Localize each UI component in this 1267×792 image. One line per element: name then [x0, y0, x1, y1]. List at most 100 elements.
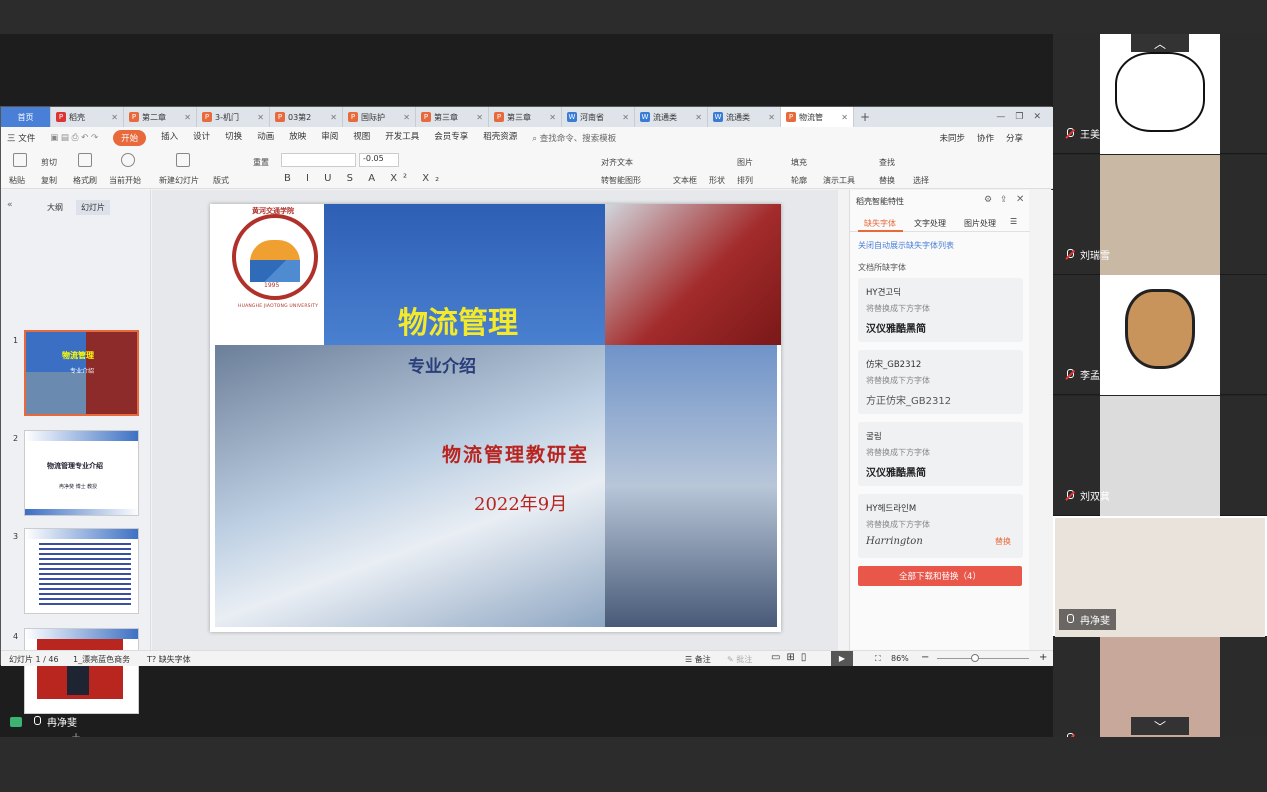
font-size-select[interactable]: -0.05 [359, 153, 399, 167]
restore-icon[interactable]: ❐ [1015, 112, 1023, 122]
missing-font-card[interactable]: 仿宋_GB2312 将替换成下方字体 方正仿宋_GB2312 [858, 350, 1023, 414]
slide-thumb-2[interactable]: 物流管理专业介绍 冉净斐 博士 教授 [24, 430, 139, 516]
settings-icon[interactable]: ⚙ [984, 195, 992, 205]
copy-button[interactable]: 复制 [41, 175, 57, 186]
more-menu-icon[interactable]: ☰ [1010, 217, 1017, 226]
image-button[interactable]: 图片 [737, 157, 753, 168]
close-tab-icon[interactable]: ✕ [841, 113, 848, 122]
font-name-select[interactable] [281, 153, 356, 167]
close-icon[interactable]: ✕ [1033, 112, 1041, 122]
menu-item-8[interactable]: 开发工具 [385, 130, 419, 146]
collab-button[interactable]: 协作 [977, 132, 994, 144]
play-slideshow-button[interactable]: ▶ [831, 651, 853, 666]
scroll-down-button[interactable]: ﹀ [1131, 717, 1189, 735]
fill-button[interactable]: 填充 [791, 157, 807, 168]
slide-thumb-4[interactable] [24, 628, 139, 714]
participant-tile[interactable]: 刘瑞雪 [1053, 154, 1267, 275]
tab-image-processing[interactable]: 图片处理 [964, 218, 996, 229]
tab-6[interactable]: P 第三章 ✕ [416, 107, 489, 127]
scroll-up-button[interactable]: ︿ [1131, 34, 1189, 52]
format-painter-button[interactable]: 格式刷 [73, 175, 97, 186]
close-tab-icon[interactable]: ✕ [111, 113, 118, 122]
paste-button[interactable]: 粘贴 [9, 175, 25, 186]
paste-icon[interactable] [13, 153, 27, 167]
participant-tile[interactable]: 王美晨 [1053, 34, 1267, 154]
close-panel-icon[interactable]: ✕ [1016, 194, 1024, 205]
comment-button[interactable]: ✎ 批注 [727, 654, 752, 665]
tab-5[interactable]: P 国际护 ✕ [343, 107, 416, 127]
align-text-button[interactable]: 对齐文本 [601, 157, 633, 168]
present-tool-button[interactable]: 演示工具 [823, 175, 855, 186]
tab-2[interactable]: P 第二章 ✕ [124, 107, 197, 127]
zoom-slider-handle[interactable] [971, 654, 979, 662]
textbox-button[interactable]: 文本框 [673, 175, 697, 186]
current-slide[interactable]: 1995 HUANGHE JIAOTONG UNIVERSITY 黄河交通学院 … [210, 204, 781, 632]
missing-font-card[interactable]: HY견고딕 将替换成下方字体 汉仪雅酷黑简 [858, 278, 1023, 342]
menu-item-4[interactable]: 动画 [257, 130, 274, 146]
participant-tile[interactable]: 冉净斐 [1053, 516, 1267, 638]
tab-7[interactable]: P 第三章 ✕ [489, 107, 562, 127]
tab-0[interactable]: 首页 [1, 107, 51, 127]
cut-button[interactable]: 剪切 [41, 157, 57, 168]
zoom-in-button[interactable]: + [1039, 652, 1047, 663]
download-replace-all-button[interactable]: 全部下载和替换（4） [858, 566, 1022, 586]
new-slide-button[interactable]: 新建幻灯片 [159, 175, 199, 186]
menu-item-0[interactable]: 开始 [113, 130, 147, 146]
tab-text-processing[interactable]: 文字处理 [914, 218, 946, 229]
font-style-buttons[interactable]: B I U S A X² X₂ [284, 173, 445, 184]
find-button[interactable]: 查找 [879, 157, 895, 168]
participant-tile[interactable]: 刘双萁 [1053, 395, 1267, 516]
close-tab-icon[interactable]: ✕ [257, 113, 264, 122]
fit-icon[interactable]: ⛶ [875, 654, 881, 664]
arrange-button[interactable]: 排列 [737, 175, 753, 186]
search-commands[interactable]: ⌕ 查找命令、搜索模板 [532, 132, 616, 144]
notes-button[interactable]: ☰ 备注 [685, 654, 711, 665]
file-menu[interactable]: 三 文件 [7, 132, 35, 144]
replace-action-button[interactable]: 替换 [995, 536, 1011, 547]
missing-font-status[interactable]: T? 缺失字体 [147, 654, 191, 665]
share-button[interactable]: 分享 [1006, 132, 1023, 144]
new-tab-icon[interactable]: + [854, 110, 876, 124]
slide-thumb-3[interactable] [24, 528, 139, 614]
tab-3[interactable]: P 3-机门 ✕ [197, 107, 270, 127]
replace-button[interactable]: 替换 [879, 175, 895, 186]
quick-tools-icon[interactable]: ▣ ▤ ⎙ ↶ ↷ [50, 133, 98, 143]
menu-item-10[interactable]: 稻壳资源 [483, 130, 517, 146]
shape-button[interactable]: 形状 [709, 175, 725, 186]
pin-icon[interactable]: ⇪ [1000, 195, 1008, 205]
zoom-out-button[interactable]: − [921, 652, 929, 663]
collapse-pane-icon[interactable]: « [7, 200, 13, 210]
close-tab-icon[interactable]: ✕ [184, 113, 191, 122]
close-tab-icon[interactable]: ✕ [768, 113, 775, 122]
tab-slides[interactable]: 幻灯片 [76, 200, 110, 215]
minimize-icon[interactable]: — [996, 112, 1005, 122]
tab-4[interactable]: P 03第2 ✕ [270, 107, 343, 127]
start-show-button[interactable]: 当前开始 [109, 175, 141, 186]
slide-thumb-1[interactable]: 物流管理 专业介绍 [24, 330, 139, 416]
tab-8[interactable]: W 河南省 ✕ [562, 107, 635, 127]
tab-9[interactable]: W 流通类 ✕ [635, 107, 708, 127]
tab-10[interactable]: W 流通类 ✕ [708, 107, 781, 127]
menu-item-6[interactable]: 审阅 [321, 130, 338, 146]
close-tab-icon[interactable]: ✕ [403, 113, 410, 122]
menu-item-7[interactable]: 视图 [353, 130, 370, 146]
zoom-slider[interactable] [937, 658, 1029, 659]
sync-button[interactable]: 未同步 [939, 132, 965, 144]
close-tab-icon[interactable]: ✕ [476, 113, 483, 122]
tab-1[interactable]: P 稻壳 ✕ [51, 107, 124, 127]
menu-item-9[interactable]: 会员专享 [434, 130, 468, 146]
play-icon[interactable] [121, 153, 135, 167]
tab-outline[interactable]: 大纲 [47, 202, 63, 213]
tab-missing-fonts[interactable]: 缺失字体 [864, 218, 896, 229]
layout-button[interactable]: 版式 [213, 175, 229, 186]
missing-font-card[interactable]: 굴림 将替换成下方字体 汉仪雅酷黑简 [858, 422, 1023, 486]
format-painter-icon[interactable] [78, 153, 92, 167]
reset-button[interactable]: 重置 [253, 157, 269, 168]
view-mode-icons[interactable]: ▭⊞▯ [771, 652, 812, 663]
close-tab-icon[interactable]: ✕ [622, 113, 629, 122]
close-tab-icon[interactable]: ✕ [330, 113, 337, 122]
missing-font-card[interactable]: HY헤드라인M 将替换成下方字体 Harrington 替换 [858, 494, 1023, 558]
select-button[interactable]: 选择 [913, 175, 929, 186]
close-tab-icon[interactable]: ✕ [549, 113, 556, 122]
outline-button[interactable]: 轮廓 [791, 175, 807, 186]
